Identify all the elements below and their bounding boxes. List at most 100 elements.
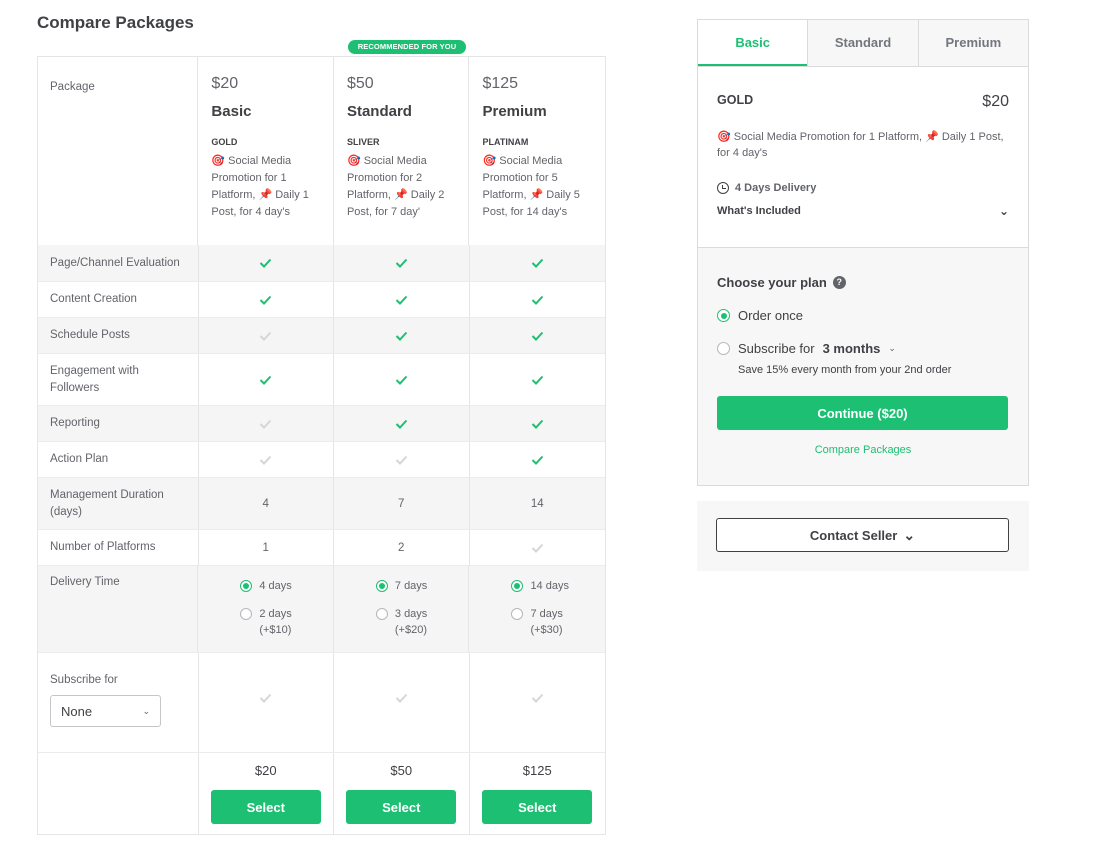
bottom-price: $125 [522, 763, 552, 778]
package-price: $20 [211, 75, 239, 92]
platforms-value: 1 [197, 530, 334, 565]
check-icon [197, 282, 334, 317]
check-icon [197, 406, 334, 441]
delivery-options-standard: 7 days 3 days (+$20) [332, 566, 469, 652]
check-icon [468, 406, 606, 441]
package-tabs: Basic Standard Premium [698, 20, 1028, 67]
check-icon [468, 442, 606, 477]
package-card: Basic Standard Premium GOLD $20 🎯 Social… [697, 19, 1029, 486]
package-price: $50 [346, 75, 374, 92]
delivery-option[interactable]: 14 days [511, 578, 605, 594]
check-icon [197, 653, 334, 752]
radio-icon[interactable] [375, 608, 388, 620]
duration-value: 14 [468, 478, 606, 529]
subscribe-label: Subscribe for [50, 674, 118, 686]
package-name: Basic [211, 103, 252, 120]
check-icon [468, 245, 606, 281]
subscribe-option[interactable]: Subscribe for 3 months ⌄ [717, 341, 1009, 356]
delivery-fast: 3 days [394, 608, 428, 620]
feature-row: Schedule Posts [38, 317, 605, 353]
check-icon [197, 245, 334, 281]
delivery-fast-price: (+$10) [259, 624, 292, 636]
check-icon [333, 354, 469, 405]
package-standard: $50 Standard SLIVER 🎯 Social Media Promo… [332, 57, 469, 245]
duration-value: 7 [333, 478, 469, 529]
package-description: 🎯 Social Media Promotion for 1 Platform,… [211, 155, 309, 218]
check-icon [333, 282, 469, 317]
whats-included-toggle[interactable]: What's Included ⌄ [717, 204, 1009, 218]
select-cell: $50 Select [333, 753, 469, 834]
feature-label: Engagement with Followers [50, 364, 139, 394]
select-basic-button[interactable]: Select [210, 790, 321, 824]
compare-packages-link[interactable]: Compare Packages [717, 444, 1009, 456]
delivery-info: 4 Days Delivery [717, 182, 1009, 194]
delivery-row: Delivery Time 4 days 2 days (+$10) 7 days… [38, 565, 605, 652]
feature-row: Page/Channel Evaluation [38, 245, 605, 281]
subscribe-period[interactable]: 3 months [823, 341, 881, 356]
tab-premium[interactable]: Premium [917, 20, 1028, 66]
check-icon [468, 653, 606, 752]
delivery-option[interactable]: 3 days (+$20) [375, 606, 469, 638]
delivery-option[interactable]: 7 days [375, 578, 469, 594]
feature-row: Reporting [38, 405, 605, 441]
select-cell: $20 Select [197, 753, 334, 834]
check-icon [333, 653, 469, 752]
delivery-option[interactable]: 7 days (+$30) [511, 606, 605, 638]
duration-label: Management Duration (days) [50, 488, 164, 518]
package-tier: PLATINAM [482, 137, 529, 147]
select-premium-button[interactable]: Select [482, 790, 593, 824]
radio-icon[interactable] [717, 342, 730, 355]
empty-cell [38, 753, 198, 834]
feature-row: Content Creation [38, 281, 605, 317]
delivery-option[interactable]: 2 days (+$10) [240, 606, 333, 638]
contact-section: Contact Seller ⌄ [697, 501, 1029, 571]
whats-included-label: What's Included [717, 205, 801, 217]
plan-title-text: Choose your plan [717, 275, 827, 290]
radio-icon[interactable] [240, 580, 253, 592]
continue-button[interactable]: Continue ($20) [717, 396, 1008, 430]
check-icon [468, 354, 606, 405]
radio-icon[interactable] [717, 309, 730, 322]
order-once-option[interactable]: Order once [717, 308, 1009, 323]
subscribe-select[interactable]: None ⌄ [50, 695, 161, 727]
chevron-down-icon: ⌄ [903, 527, 916, 543]
chevron-down-icon: ⌄ [998, 204, 1009, 218]
recommended-badge: RECOMMENDED FOR YOU [348, 40, 466, 54]
check-icon [333, 318, 469, 353]
check-icon [468, 282, 606, 317]
page-title: Compare Packages [37, 13, 194, 32]
check-icon [333, 442, 469, 477]
radio-icon[interactable] [240, 608, 253, 620]
radio-icon[interactable] [375, 580, 388, 592]
radio-icon[interactable] [511, 608, 524, 620]
platforms-value: 2 [333, 530, 469, 565]
bottom-price: $50 [390, 763, 413, 778]
plan-title: Choose your plan ? [717, 248, 1009, 290]
package-name: Premium [482, 103, 547, 120]
delivery-option[interactable]: 4 days [240, 578, 333, 594]
delivery-fast: 2 days [259, 608, 292, 620]
feature-label: Reporting [50, 417, 100, 429]
contact-seller-label: Contact Seller [809, 527, 898, 543]
radio-icon[interactable] [511, 580, 524, 592]
package-price: $125 [482, 75, 519, 92]
subscribe-prefix: Subscribe for [738, 341, 815, 356]
tab-basic[interactable]: Basic [698, 20, 808, 66]
chevron-down-icon[interactable]: ⌄ [888, 343, 896, 354]
tab-standard[interactable]: Standard [807, 20, 918, 66]
delivery-options-premium: 14 days 7 days (+$30) [468, 566, 605, 652]
delivery-label: Delivery Time [50, 576, 120, 588]
subscribe-row: Subscribe for None ⌄ [38, 652, 605, 752]
check-icon [468, 318, 606, 353]
delivery-fast-price: (+$20) [394, 624, 427, 636]
check-icon [197, 354, 334, 405]
subscribe-cell: Subscribe for None ⌄ [38, 653, 198, 752]
clock-icon [717, 182, 729, 194]
select-standard-button[interactable]: Select [346, 790, 457, 824]
contact-seller-button[interactable]: Contact Seller ⌄ [716, 518, 1009, 552]
package-description: 🎯 Social Media Promotion for 5 Platform,… [482, 155, 580, 218]
platforms-row: Number of Platforms 1 2 [38, 529, 605, 565]
package-tier: SLIVER [346, 137, 380, 147]
subscribe-value: None [61, 703, 93, 719]
help-icon[interactable]: ? [832, 276, 846, 289]
